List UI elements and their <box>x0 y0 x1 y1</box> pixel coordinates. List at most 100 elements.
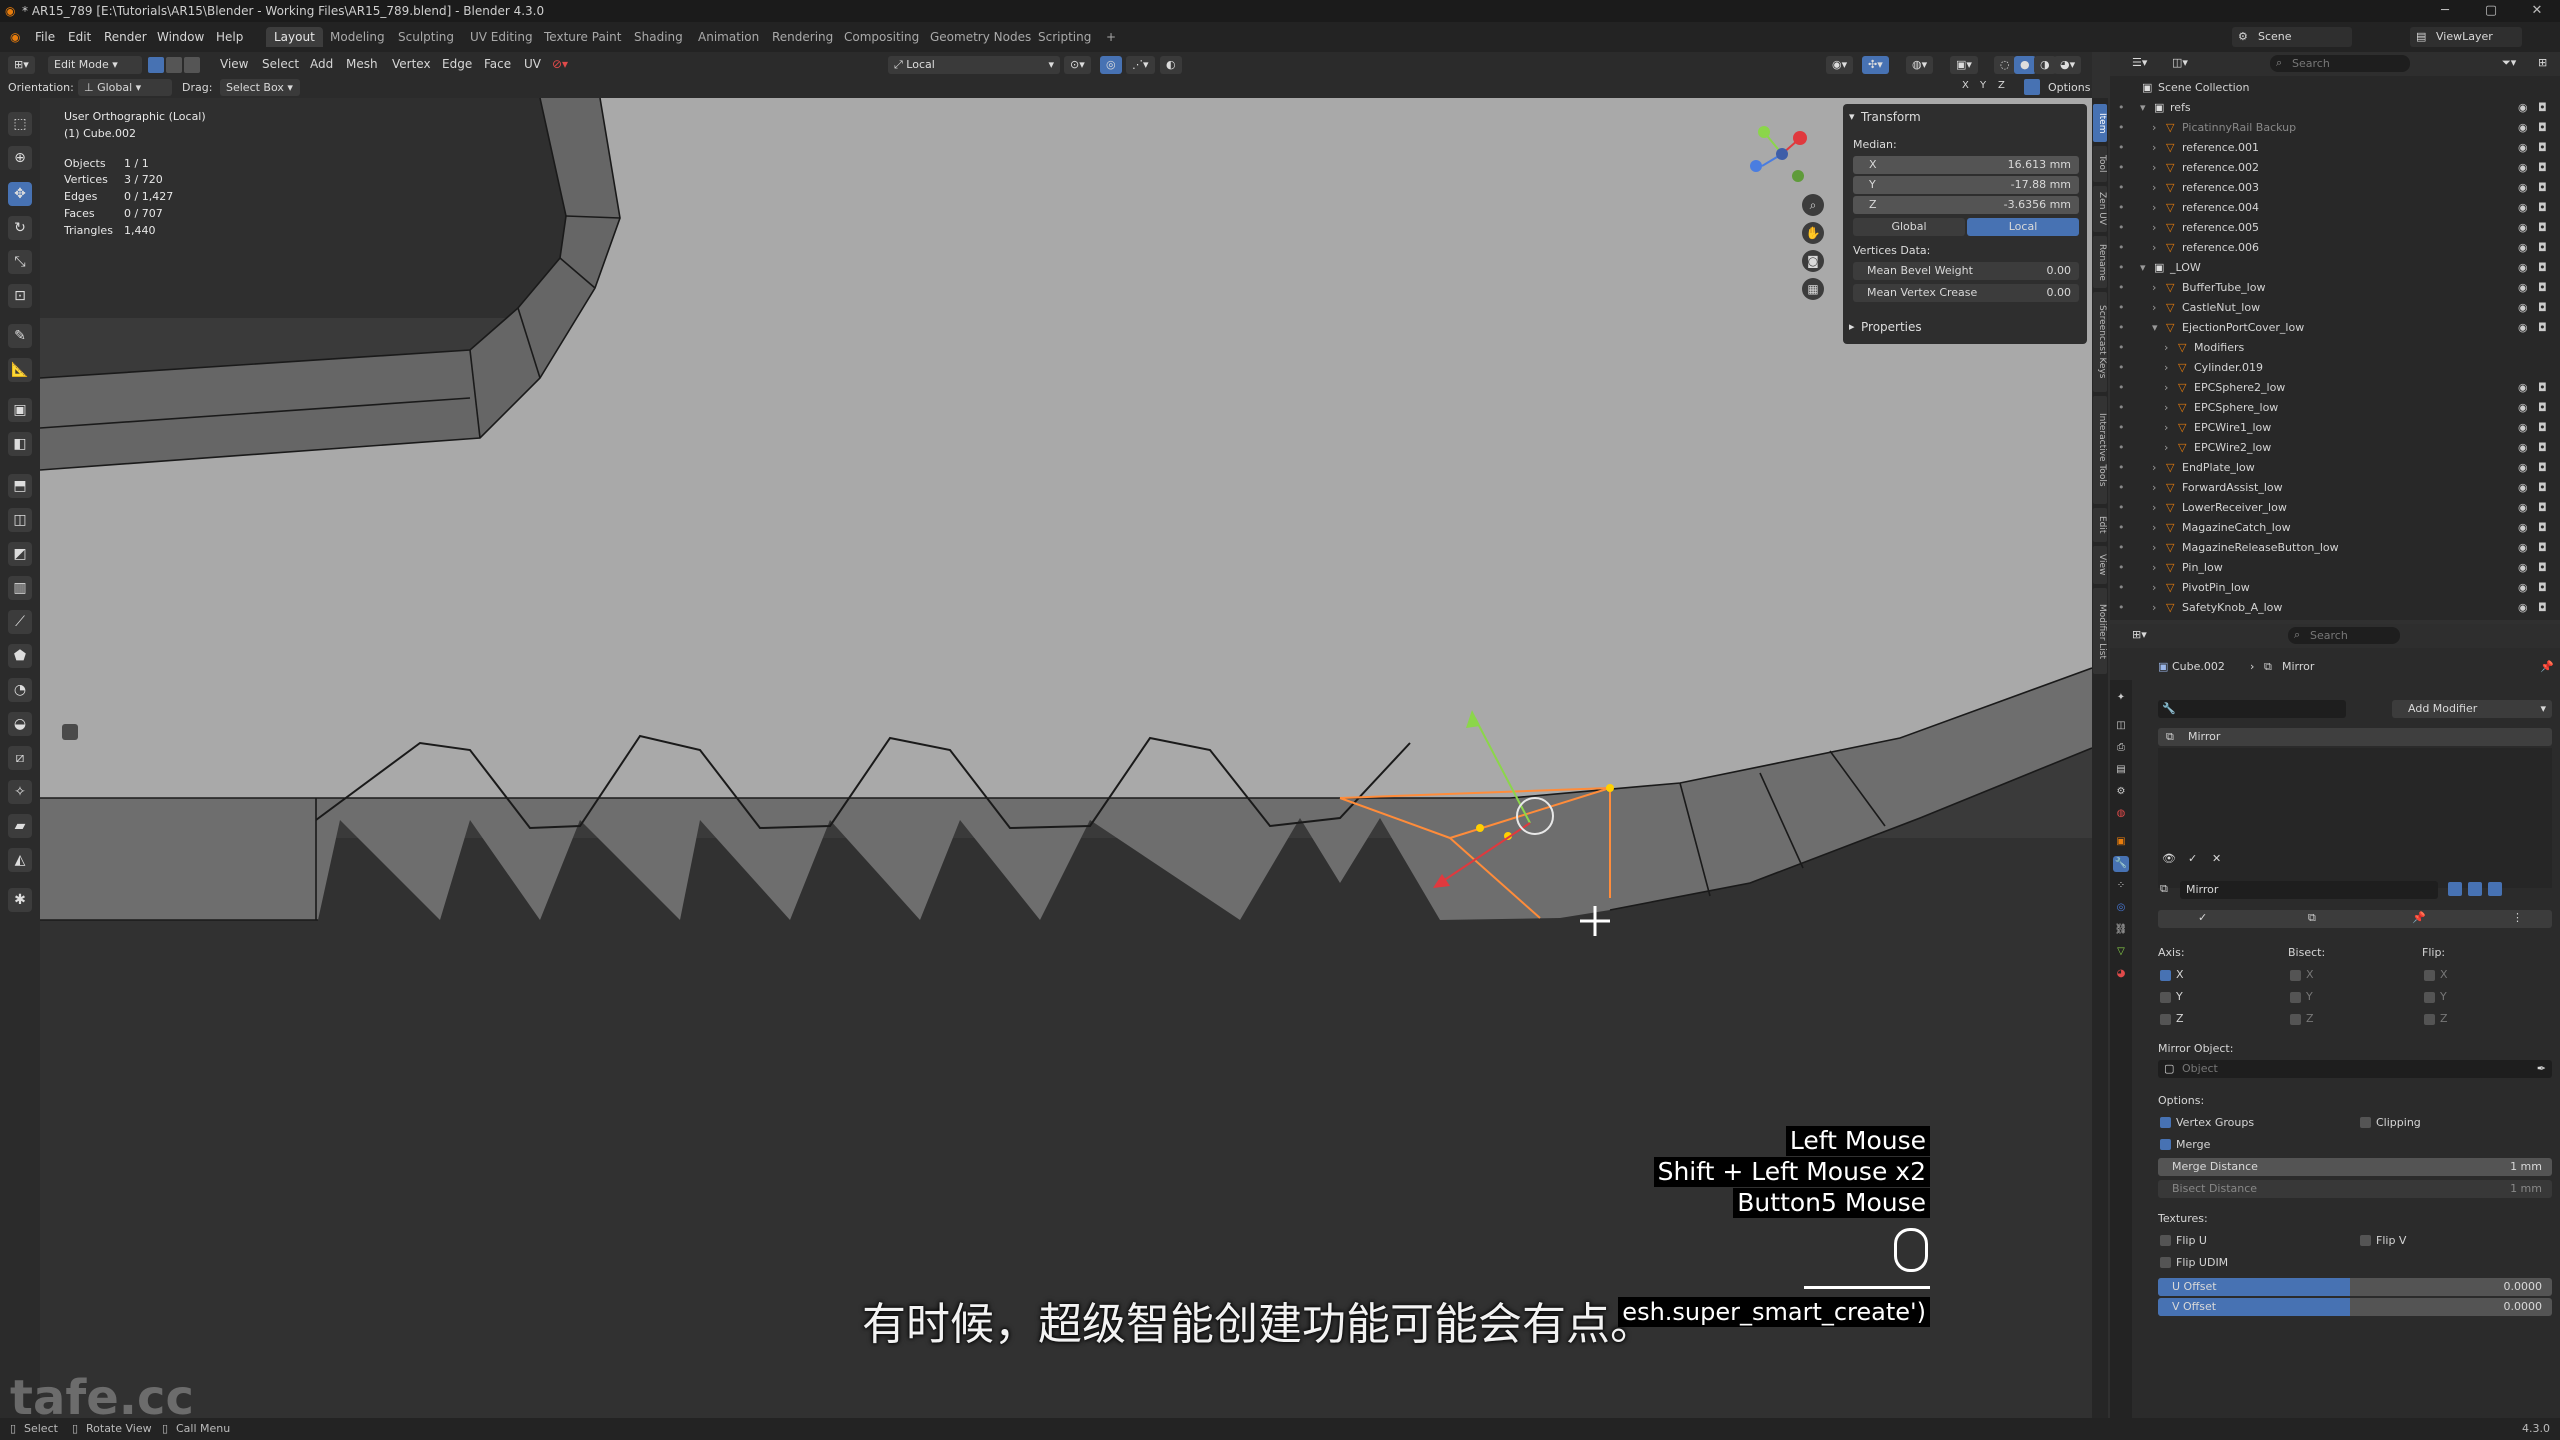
mode-dropdown[interactable]: Edit Mode ▾ <box>48 56 142 74</box>
pan-icon[interactable]: ✋ <box>1802 222 1824 244</box>
outliner-row[interactable]: • › ▽ MagazineReleaseButton_low ◉ ◘ <box>2110 538 2560 558</box>
camera-view-icon[interactable]: ◙ <box>1802 250 1824 272</box>
tab-rename[interactable]: Rename <box>2093 236 2107 288</box>
mesh-symmetry-icon[interactable] <box>2024 79 2040 95</box>
flip-udim-checkbox[interactable] <box>2160 1257 2171 1268</box>
bisect-distance-field[interactable]: Bisect Distance 1 mm <box>2158 1180 2552 1198</box>
camera-icon[interactable]: ◘ <box>2538 478 2547 498</box>
add-cube-tool-icon[interactable]: ▣ <box>8 398 32 422</box>
eye-icon[interactable]: ◉ <box>2518 198 2528 218</box>
tab-rendering[interactable]: Rendering <box>764 27 841 47</box>
camera-icon[interactable]: ◘ <box>2538 418 2547 438</box>
expand-chevron-icon[interactable]: › <box>2152 198 2156 218</box>
solid-shading-icon[interactable]: ● <box>2014 56 2036 74</box>
outliner-row[interactable]: • › ▽ EPCSphere_low ◉ ◘ <box>2110 398 2560 418</box>
chevron-down-icon[interactable]: ▾ <box>1849 110 1855 123</box>
add-modifier-dropdown[interactable]: Add Modifier ▾ <box>2392 700 2552 718</box>
menu-select[interactable]: Select <box>262 57 299 71</box>
knife-tool-icon[interactable]: ⟋ <box>8 610 32 634</box>
outliner-row[interactable]: • › ▽ reference.002 ◉ ◘ <box>2110 158 2560 178</box>
eye-icon[interactable]: ◉ <box>2518 238 2528 258</box>
camera-icon[interactable]: ◘ <box>2538 538 2547 558</box>
menu-face[interactable]: Face <box>484 57 511 71</box>
annotate-tool-icon[interactable]: ✎ <box>8 324 32 348</box>
camera-icon[interactable]: ◘ <box>2538 498 2547 518</box>
eye-icon[interactable]: ◉ <box>2518 498 2528 518</box>
eye-icon[interactable]: ◉ <box>2518 378 2528 398</box>
eye-icon[interactable]: ◉ <box>2518 518 2528 538</box>
eye-icon[interactable]: ◉ <box>2518 398 2528 418</box>
loop-cut-tool-icon[interactable]: ▥ <box>8 576 32 600</box>
material-properties-icon[interactable]: ◕ <box>2113 966 2129 982</box>
camera-icon[interactable]: ◘ <box>2538 398 2547 418</box>
camera-icon[interactable]: ◘ <box>2538 258 2547 278</box>
menu-edit[interactable]: Edit <box>68 30 91 44</box>
outliner-row[interactable]: • › ▽ Cylinder.019 <box>2110 358 2560 378</box>
snap-icon[interactable]: ⊙▾ <box>1064 56 1091 74</box>
menu-help[interactable]: Help <box>216 30 243 44</box>
tab-sculpting[interactable]: Sculpting <box>390 27 462 47</box>
poly-build-tool-icon[interactable]: ⬟ <box>8 644 32 668</box>
expand-chevron-icon[interactable]: › <box>2152 118 2156 138</box>
modifier-properties-icon[interactable]: 🔧 <box>2113 856 2129 872</box>
axis-x-checkbox[interactable] <box>2160 970 2171 981</box>
bisect-z-checkbox[interactable] <box>2290 1014 2301 1025</box>
eye-icon[interactable]: ◉ <box>2518 598 2528 618</box>
expand-chevron-icon[interactable]: ▾ <box>2152 318 2158 338</box>
modifier-search[interactable]: 🔧 <box>2158 700 2346 718</box>
axis-z-toggle[interactable]: Z <box>1998 80 2005 91</box>
tab-layout[interactable]: Layout <box>266 27 323 47</box>
close-icon[interactable]: ✕ <box>2514 0 2560 22</box>
select-box-tool-icon[interactable]: ⬚ <box>8 112 32 136</box>
world-properties-icon[interactable]: ◍ <box>2113 806 2129 822</box>
overlay-icon[interactable]: ◍▾ <box>1906 56 1934 74</box>
render-properties-icon[interactable]: ◫ <box>2113 718 2129 734</box>
face-select-icon[interactable] <box>184 57 200 73</box>
outliner-row[interactable]: • ▾ ▣ refs ◉ ◘ <box>2110 98 2560 118</box>
merge-checkbox[interactable] <box>2160 1139 2171 1150</box>
chevron-right-icon[interactable]: ▸ <box>1849 320 1855 333</box>
filter-icon[interactable]: ⏷▾ <box>2502 56 2516 70</box>
outliner-row[interactable]: • › ▽ CastleNut_low ◉ ◘ <box>2110 298 2560 318</box>
properties-editor-icon[interactable]: ⊞▾ <box>2132 628 2147 641</box>
outliner-search-input[interactable]: ⌕ Search <box>2270 55 2410 72</box>
eye-icon[interactable]: ◉ <box>2518 258 2528 278</box>
expand-chevron-icon[interactable]: › <box>2152 478 2156 498</box>
tab-edit[interactable]: Edit <box>2093 508 2107 542</box>
menu-view[interactable]: View <box>220 57 248 71</box>
median-z-field[interactable]: Z -3.6356 mm <box>1853 196 2079 214</box>
tab-uv-editing[interactable]: UV Editing <box>462 27 541 47</box>
bevel-tool-icon[interactable]: ◩ <box>8 542 32 566</box>
cursor-tool-icon[interactable]: ⊕ <box>8 146 32 170</box>
axis-z-checkbox[interactable] <box>2160 1014 2171 1025</box>
tab-modifier-list[interactable]: Modifier List <box>2093 588 2107 674</box>
eye-icon[interactable]: ◉ <box>2518 578 2528 598</box>
tool-properties-icon[interactable]: ✦ <box>2113 690 2129 706</box>
outliner-row[interactable]: • › ▽ reference.001 ◉ ◘ <box>2110 138 2560 158</box>
camera-icon[interactable]: ◘ <box>2538 238 2547 258</box>
zoom-icon[interactable]: ⌕ <box>1802 194 1824 216</box>
mirror-icon[interactable]: ◐ <box>1160 56 1182 74</box>
pin-modifier-icon[interactable]: 📌 <box>2412 911 2426 924</box>
blender-menu-icon[interactable]: ◉ <box>10 30 20 44</box>
tab-animation[interactable]: Animation <box>690 27 767 47</box>
expand-chevron-icon[interactable]: › <box>2164 358 2168 378</box>
eye-icon[interactable]: ◉ <box>2518 178 2528 198</box>
constraints-properties-icon[interactable]: ⛓ <box>2113 922 2129 938</box>
camera-icon[interactable]: ◘ <box>2538 218 2547 238</box>
scene-properties-icon[interactable]: ⚙ <box>2113 784 2129 800</box>
grid-view-icon[interactable]: ▦ <box>1802 278 1824 300</box>
camera-icon[interactable]: ◘ <box>2538 118 2547 138</box>
camera-icon[interactable]: ◘ <box>2538 198 2547 218</box>
extrude-tool-icon[interactable]: ⬒ <box>8 474 32 498</box>
outliner-row[interactable]: • › ▽ reference.005 ◉ ◘ <box>2110 218 2560 238</box>
drag-dropdown[interactable]: Select Box ▾ <box>220 79 300 96</box>
scene-selector[interactable]: ⚙ Scene <box>2232 27 2352 47</box>
add-workspace-button[interactable]: + <box>1098 27 1124 47</box>
view-layer-properties-icon[interactable]: ▤ <box>2113 762 2129 778</box>
vertex-crease-field[interactable]: Mean Vertex Crease 0.00 <box>1853 284 2079 302</box>
inset-tool-icon[interactable]: ◫ <box>8 508 32 532</box>
move-tool-icon[interactable]: ✥ <box>8 182 32 206</box>
camera-icon[interactable]: ◘ <box>2538 138 2547 158</box>
global-toggle[interactable]: Global <box>1853 218 1965 236</box>
